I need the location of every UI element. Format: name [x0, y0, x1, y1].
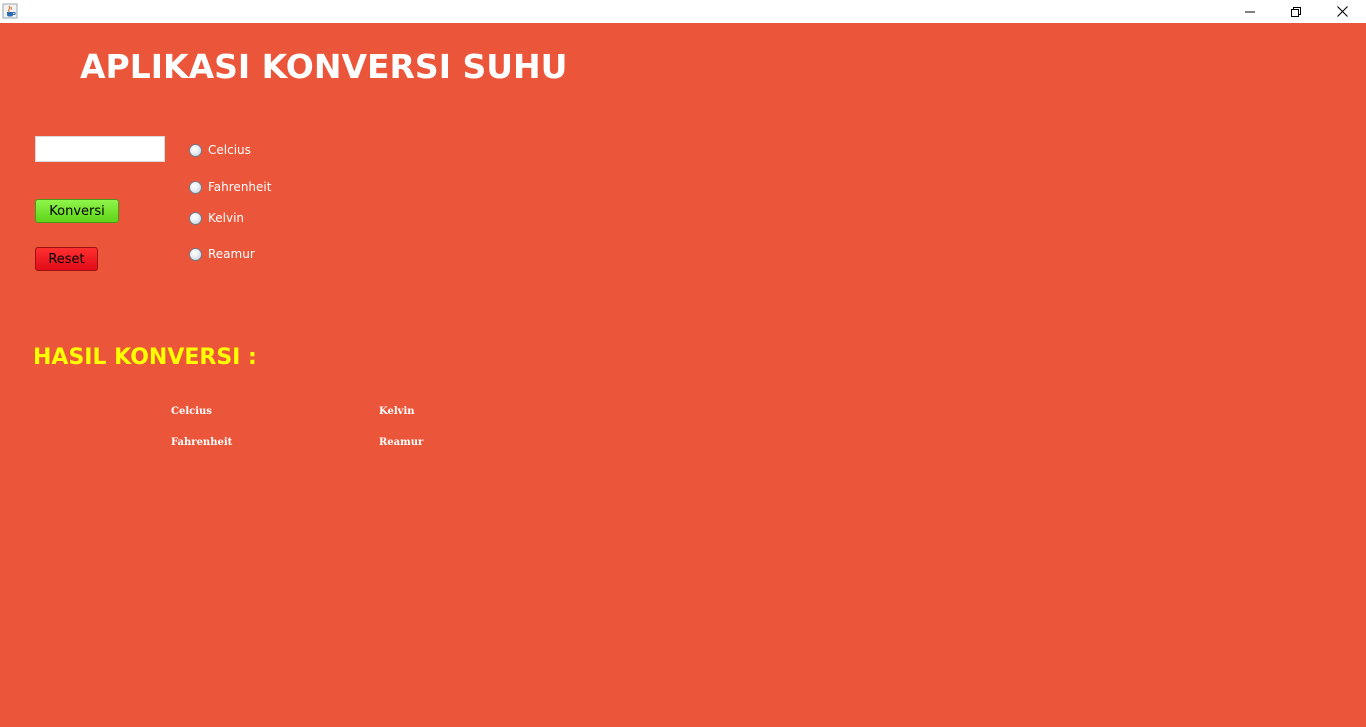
minimize-button[interactable] [1227, 0, 1273, 23]
radio-button-icon [189, 143, 202, 157]
reset-button[interactable]: Reset [35, 247, 98, 271]
radio-label: Fahrenheit [208, 180, 272, 194]
radio-fahrenheit[interactable]: Fahrenheit [189, 179, 271, 195]
main-panel: APLIKASI KONVERSI SUHU Konversi Reset Ce… [0, 23, 1366, 727]
radio-button-icon [189, 180, 202, 194]
restore-icon [1291, 6, 1301, 17]
radio-celcius[interactable]: Celcius [189, 142, 251, 158]
radio-button-icon [189, 211, 202, 225]
minimize-icon [1245, 7, 1255, 17]
convert-button[interactable]: Konversi [35, 199, 119, 223]
radio-label: Celcius [208, 143, 251, 157]
temperature-input[interactable] [35, 136, 165, 162]
close-button[interactable] [1319, 0, 1365, 23]
result-reamur-label: Reamur [379, 437, 424, 448]
result-kelvin-label: Kelvin [379, 406, 415, 417]
restore-button[interactable] [1273, 0, 1319, 23]
result-fahrenheit-label: Fahrenheit [171, 437, 233, 448]
radio-label: Kelvin [208, 211, 245, 225]
java-cup-icon [2, 3, 18, 19]
radio-reamur[interactable]: Reamur [189, 246, 255, 262]
radio-label: Reamur [208, 247, 255, 261]
radio-button-icon [189, 247, 202, 261]
close-icon [1336, 6, 1348, 17]
result-celcius-label: Celcius [171, 406, 212, 417]
page-title: APLIKASI KONVERSI SUHU [80, 47, 568, 86]
result-heading: HASIL KONVERSI : [33, 345, 257, 370]
radio-kelvin[interactable]: Kelvin [189, 210, 244, 226]
window-titlebar [0, 0, 1366, 23]
